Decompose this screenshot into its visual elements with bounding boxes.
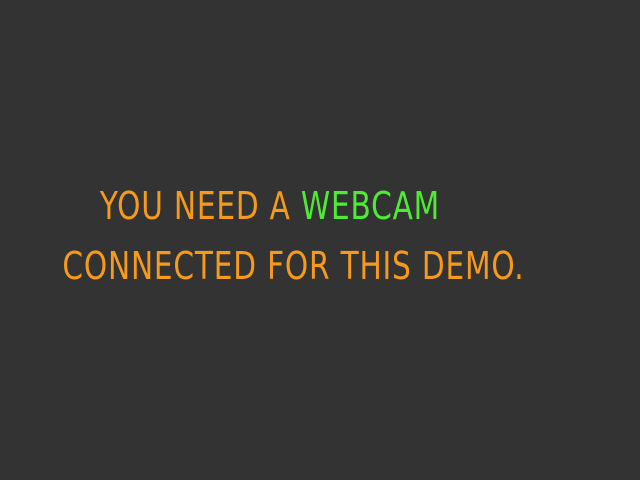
- message-line-1: YOU NEED A WEBCAM: [0, 176, 499, 236]
- webcam-required-message: YOU NEED A WEBCAM CONNECTED FOR THIS DEM…: [0, 176, 640, 296]
- message-line-2: CONNECTED FOR THIS DEMO.: [62, 244, 525, 288]
- webcam-highlight: WEBCAM: [300, 184, 441, 228]
- message-line-1-prefix: YOU NEED A: [99, 184, 301, 228]
- webcam-required-screen: YOU NEED A WEBCAM CONNECTED FOR THIS DEM…: [0, 0, 640, 480]
